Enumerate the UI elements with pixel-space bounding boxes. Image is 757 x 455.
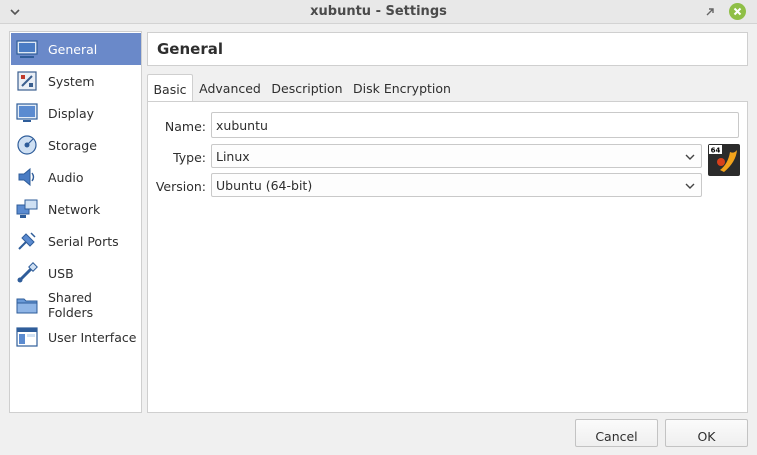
sidebar-item-general[interactable]: General — [11, 33, 141, 65]
os-badge-text: 64 — [711, 147, 721, 155]
sidebar-item-label: Storage — [48, 137, 97, 153]
sidebar-item-usb[interactable]: USB — [11, 257, 141, 289]
storage-icon — [17, 135, 37, 155]
sidebar-item-audio[interactable]: Audio — [11, 161, 141, 193]
sidebar-item-system[interactable]: System — [11, 65, 141, 97]
basic-tab-panel: Name: Type: Linux Version: Ubuntu (64-bi… — [147, 101, 748, 413]
restore-icon[interactable] — [703, 5, 717, 19]
tab-description[interactable]: Description — [269, 74, 345, 102]
close-icon — [733, 7, 742, 16]
chevron-down-icon — [685, 183, 695, 189]
version-label: Version: — [155, 179, 206, 194]
sidebar-item-label: Shared Folders — [47, 290, 94, 320]
network-icon — [16, 199, 38, 218]
sidebar-item-label: Network — [48, 201, 101, 217]
sidebar-item-user-interface[interactable]: User Interface — [11, 321, 141, 353]
sidebar-item-shared-folders[interactable]: Shared Folders — [11, 289, 141, 321]
sidebar-item-storage[interactable]: Storage — [11, 129, 141, 161]
serial-ports-icon — [18, 232, 36, 250]
title-bar: xubuntu - Settings — [0, 0, 757, 24]
window-title: xubuntu - Settings — [310, 4, 447, 19]
audio-icon — [18, 167, 35, 187]
ubuntu-64-os-icon: 64 — [708, 144, 740, 176]
sidebar-item-network[interactable]: Network — [11, 193, 141, 225]
type-label: Type: — [173, 150, 206, 165]
page-header: General — [147, 32, 748, 66]
sidebar-item-label: USB — [48, 265, 74, 281]
chevron-down-icon — [685, 154, 695, 160]
sidebar-item-label: Audio — [48, 169, 84, 185]
tab-advanced[interactable]: Advanced — [195, 74, 265, 102]
user-interface-icon — [16, 327, 38, 347]
display-icon — [16, 103, 38, 122]
sidebar-item-label: User Interface — [48, 329, 137, 345]
type-select-value: Linux — [216, 149, 250, 164]
shared-folders-icon — [16, 298, 38, 314]
page-title: General — [157, 40, 223, 58]
version-select-value: Ubuntu (64-bit) — [216, 178, 313, 193]
sidebar-item-label: System — [48, 73, 95, 89]
cancel-button[interactable]: Cancel — [575, 419, 658, 447]
sidebar-item-label: General — [48, 41, 98, 57]
ok-button[interactable]: OK — [665, 419, 748, 447]
sidebar-item-serial-ports[interactable]: Serial Ports — [11, 225, 141, 257]
system-icon — [17, 71, 37, 91]
sidebar-item-label: Serial Ports — [48, 233, 119, 249]
tab-disk-encryption[interactable]: Disk Encryption — [353, 74, 451, 102]
settings-sidebar: General System Display Storage Audio Net… — [9, 31, 142, 413]
type-select[interactable]: Linux — [211, 144, 702, 168]
sidebar-item-label: Display — [48, 105, 95, 121]
version-select[interactable]: Ubuntu (64-bit) — [211, 173, 702, 197]
close-button[interactable] — [729, 3, 746, 20]
tab-basic[interactable]: Basic — [147, 74, 193, 102]
usb-icon — [17, 262, 38, 283]
name-input[interactable] — [211, 112, 739, 138]
name-label: Name: — [164, 119, 206, 134]
general-icon — [16, 40, 38, 58]
sidebar-item-display[interactable]: Display — [11, 97, 141, 129]
